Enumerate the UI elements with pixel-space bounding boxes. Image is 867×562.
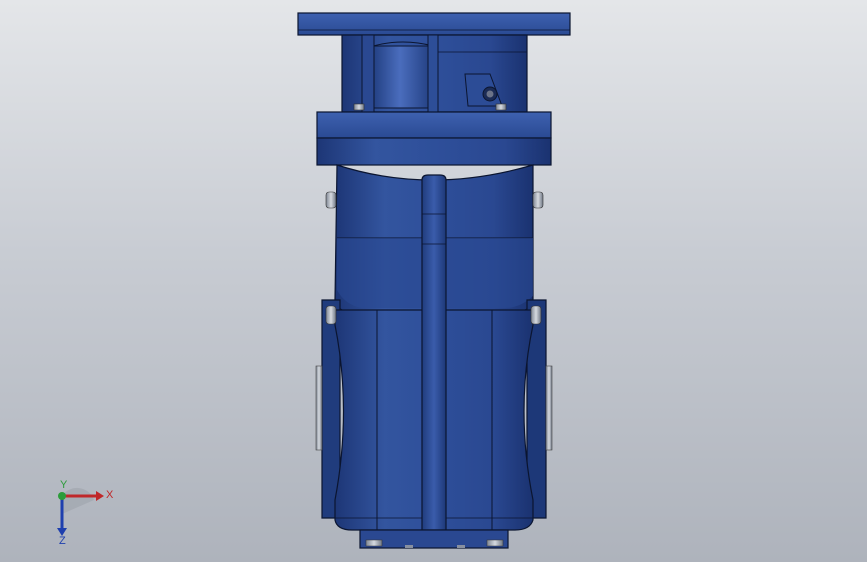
center-rib [421, 174, 447, 531]
graphics-viewport[interactable]: X Y Z [0, 0, 867, 562]
mid-flange [316, 111, 552, 166]
z-axis-label: Z [59, 535, 66, 547]
y-axis-dot [58, 492, 66, 500]
x-axis-arrow [96, 491, 104, 501]
triad-plane [62, 487, 94, 514]
x-axis-label: X [106, 489, 114, 501]
bottom-foot [359, 529, 509, 549]
orientation-triad: X Y Z [57, 479, 114, 547]
gearbox-model[interactable] [0, 0, 867, 562]
adapter-housing [341, 34, 528, 113]
top-flange-plate [297, 12, 571, 36]
y-axis-label: Y [60, 479, 68, 491]
